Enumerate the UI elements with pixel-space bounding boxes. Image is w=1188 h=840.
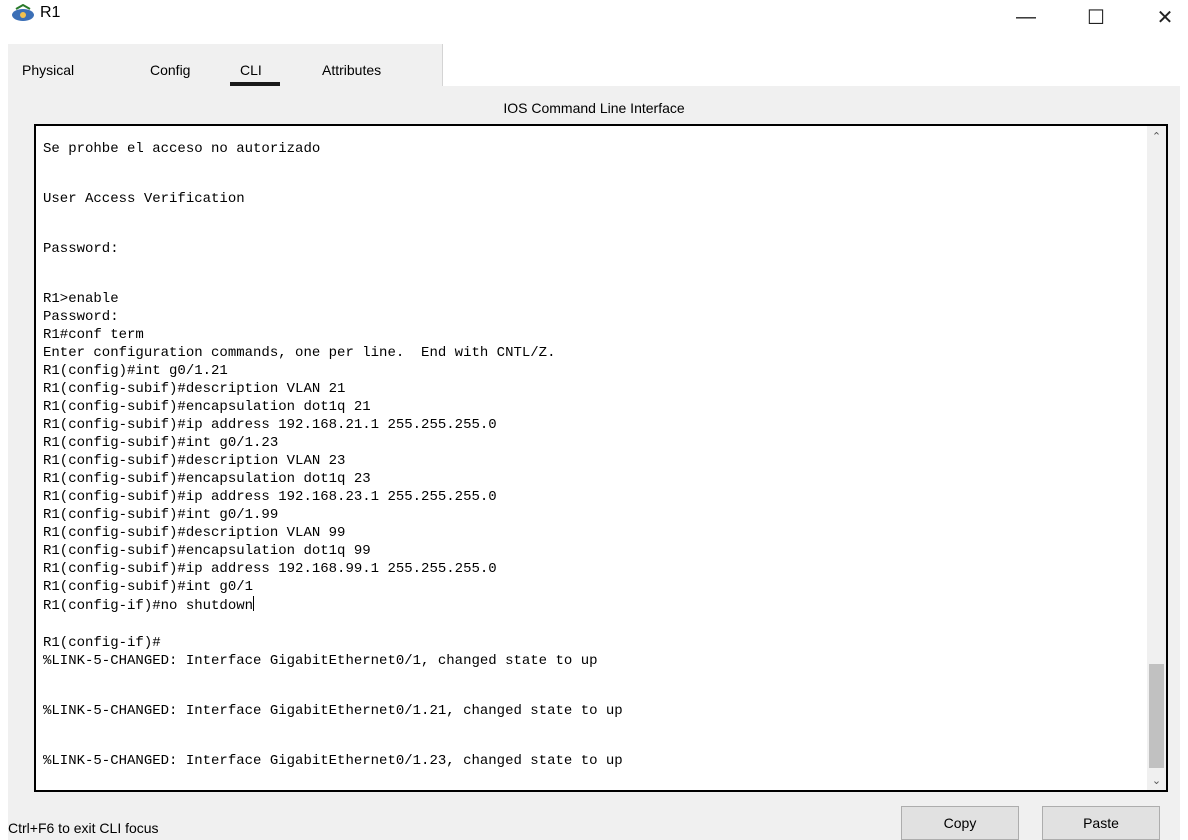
vertical-scrollbar[interactable]: ⌃ ⌄ (1147, 126, 1166, 790)
tab-config[interactable]: Config (150, 62, 190, 78)
scroll-down-arrow-icon[interactable]: ⌄ (1147, 770, 1166, 790)
close-icon: ✕ (1156, 6, 1174, 29)
cli-line: Password: (43, 241, 119, 257)
cli-line (43, 158, 1133, 190)
cli-line: R1(config-subif)#encapsulation dot1q 23 (43, 471, 371, 487)
cli-line: R1(config-subif)#int g0/1 (43, 579, 254, 595)
cli-line: R1(config)#int g0/1.21 (43, 363, 228, 379)
copy-button[interactable]: Copy (901, 806, 1019, 840)
cli-line: R1>enable (43, 291, 119, 307)
close-button[interactable]: ✕ (1142, 0, 1188, 34)
tab-cli[interactable]: CLI (240, 62, 262, 78)
minimize-icon: — (1016, 5, 1036, 28)
cli-line: R1(config-subif)#description VLAN 21 (43, 381, 346, 397)
paste-button[interactable]: Paste (1042, 806, 1160, 840)
tab-bar: Physical Config CLI Attributes (8, 44, 1180, 86)
cli-line (43, 720, 1133, 752)
panel-title: IOS Command Line Interface (503, 100, 685, 116)
cli-line: R1(config-subif)#int g0/1.99 (43, 507, 279, 523)
tab-physical[interactable]: Physical (22, 62, 74, 78)
cli-line (43, 208, 1133, 240)
maximize-button[interactable]: ☐ (1073, 0, 1119, 34)
cli-line: R1(config-subif)#ip address 192.168.99.1… (43, 561, 497, 577)
device-window: Physical Config CLI Attributes IOS Comma… (8, 44, 1180, 840)
text-cursor (253, 596, 255, 611)
active-tab-indicator (230, 82, 280, 86)
cli-line: Enter configuration commands, one per li… (43, 345, 556, 361)
title-bar: R1 — ☐ ✕ (0, 0, 1188, 38)
cli-line (43, 770, 1133, 790)
cli-line: %LINK-5-CHANGED: Interface GigabitEthern… (43, 653, 598, 669)
cli-line (43, 670, 1133, 702)
scrollbar-thumb[interactable] (1149, 664, 1164, 768)
cli-line: R1(config-if)#no shutdown (43, 596, 255, 614)
cli-line (43, 258, 1133, 290)
cli-line: User Access Verification (43, 191, 245, 207)
cli-line: R1#conf term (43, 327, 144, 343)
cli-line: R1(config-subif)#description VLAN 99 (43, 525, 346, 541)
cli-line: Se prohbe el acceso no autorizado (43, 141, 321, 157)
cli-line: Password: (43, 309, 119, 325)
cli-line: R1(config-subif)#ip address 192.168.21.1… (43, 417, 497, 433)
tab-attributes[interactable]: Attributes (322, 62, 381, 78)
cli-console[interactable]: Se prohbe el acceso no autorizado User Ac… (34, 124, 1168, 792)
cli-line (43, 614, 1133, 634)
cli-line: R1(config-subif)#int g0/1.23 (43, 435, 279, 451)
cli-line: %LINK-5-CHANGED: Interface GigabitEthern… (43, 703, 623, 719)
maximize-icon: ☐ (1087, 6, 1105, 29)
cli-line: %LINK-5-CHANGED: Interface GigabitEthern… (43, 753, 623, 769)
cli-focus-hint: Ctrl+F6 to exit CLI focus (8, 820, 159, 836)
cli-line: R1(config-subif)#encapsulation dot1q 99 (43, 543, 371, 559)
cli-line: R1(config-if)# (43, 635, 161, 651)
cli-output: Se prohbe el acceso no autorizado User Ac… (43, 140, 1133, 790)
minimize-button[interactable]: — (1003, 0, 1049, 34)
scroll-up-arrow-icon[interactable]: ⌃ (1147, 126, 1166, 146)
cli-line: R1(config-subif)#ip address 192.168.23.1… (43, 489, 497, 505)
cli-line: R1(config-subif)#description VLAN 23 (43, 453, 346, 469)
cli-line: R1(config-subif)#encapsulation dot1q 21 (43, 399, 371, 415)
window-title: R1 (40, 4, 61, 21)
router-icon (12, 4, 34, 21)
